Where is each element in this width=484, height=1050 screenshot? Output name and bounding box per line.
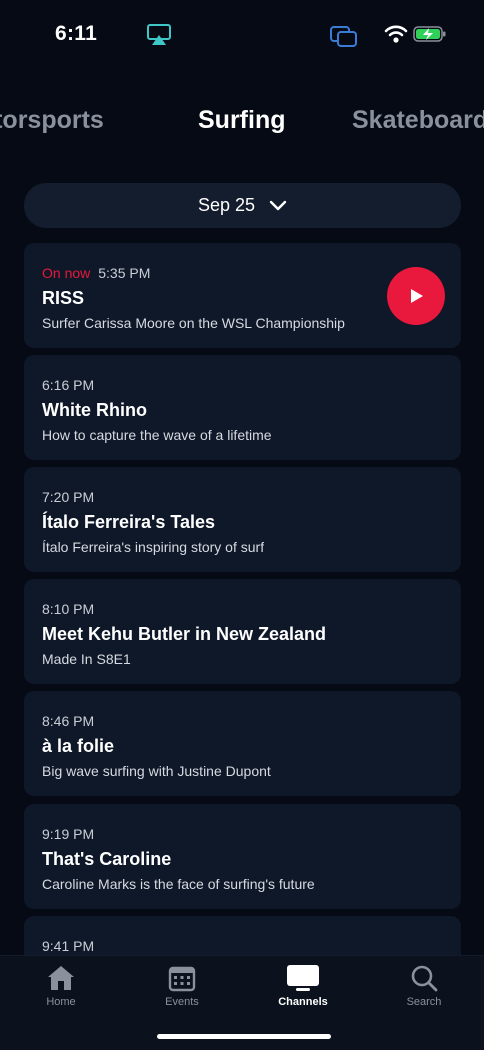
search-icon	[411, 965, 438, 992]
program-time: 8:10 PM	[42, 601, 95, 617]
program-card[interactable]: 9:19 PM That's Caroline Caroline Marks i…	[24, 804, 461, 909]
date-label: Sep 25	[197, 195, 256, 215]
play-button[interactable]	[387, 267, 445, 325]
program-subtitle: How to capture the wave of a lifetime	[42, 427, 272, 443]
program-title: à la folie	[42, 736, 115, 756]
program-subtitle: Made In S8E1	[42, 651, 131, 667]
play-icon	[411, 289, 423, 303]
screen-mirroring-icon	[330, 26, 357, 47]
chevron-down-icon	[269, 200, 287, 210]
on-now-badge: On now	[42, 265, 91, 281]
program-subtitle: Surfer Carissa Moore on the WSL Champion…	[42, 315, 345, 331]
program-card[interactable]: 7:20 PM Ítalo Ferreira's Tales Ítalo Fer…	[24, 467, 461, 572]
program-title: White Rhino	[42, 400, 147, 420]
tab-motorsports[interactable]: Motorsports	[0, 106, 104, 135]
nav-channels[interactable]: Channels	[263, 964, 343, 1008]
home-indicator	[157, 1034, 331, 1039]
program-title: RISS	[42, 288, 85, 308]
tv-icon	[287, 965, 319, 991]
status-time: 6:11	[55, 22, 98, 45]
program-title: That's Caroline	[42, 849, 172, 869]
program-title: Meet Kehu Butler in New Zealand	[42, 624, 327, 644]
program-time: 9:19 PM	[42, 826, 95, 842]
program-time: 8:46 PM	[42, 713, 95, 729]
battery-charging-icon	[413, 26, 446, 42]
program-subtitle: Caroline Marks is the face of surfing's …	[42, 876, 315, 892]
nav-events[interactable]: Events	[142, 964, 222, 1008]
program-time: 9:41 PM	[42, 938, 95, 954]
category-tabs: Motorsports Surfing Skateboarding	[0, 106, 484, 142]
program-time: On now 5:35 PM	[42, 265, 151, 281]
program-card[interactable]: 8:10 PM Meet Kehu Butler in New Zealand …	[24, 579, 461, 684]
airplay-icon	[147, 24, 171, 45]
program-time: 7:20 PM	[42, 489, 95, 505]
program-card[interactable]: 8:46 PM à la folie Big wave surfing with…	[24, 691, 461, 796]
program-title: Ítalo Ferreira's Tales	[42, 512, 216, 532]
date-selector[interactable]: Sep 25	[24, 183, 461, 228]
wifi-icon	[384, 25, 408, 43]
program-card[interactable]: On now 5:35 PM RISS Surfer Carissa Moore …	[24, 243, 461, 348]
home-icon	[48, 966, 74, 990]
status-bar: 6:11	[0, 0, 484, 70]
program-subtitle: Ítalo Ferreira's inspiring story of surf	[42, 539, 265, 555]
program-time: 6:16 PM	[42, 377, 95, 393]
program-card[interactable]: 6:16 PM White Rhino How to capture the w…	[24, 355, 461, 460]
nav-search[interactable]: Search	[384, 964, 464, 1008]
program-subtitle: Big wave surfing with Justine Dupont	[42, 763, 271, 779]
tab-surfing[interactable]: Surfing	[198, 106, 286, 135]
tab-skateboarding[interactable]: Skateboarding	[352, 106, 484, 135]
nav-home[interactable]: Home	[21, 964, 101, 1008]
calendar-icon	[168, 966, 196, 992]
